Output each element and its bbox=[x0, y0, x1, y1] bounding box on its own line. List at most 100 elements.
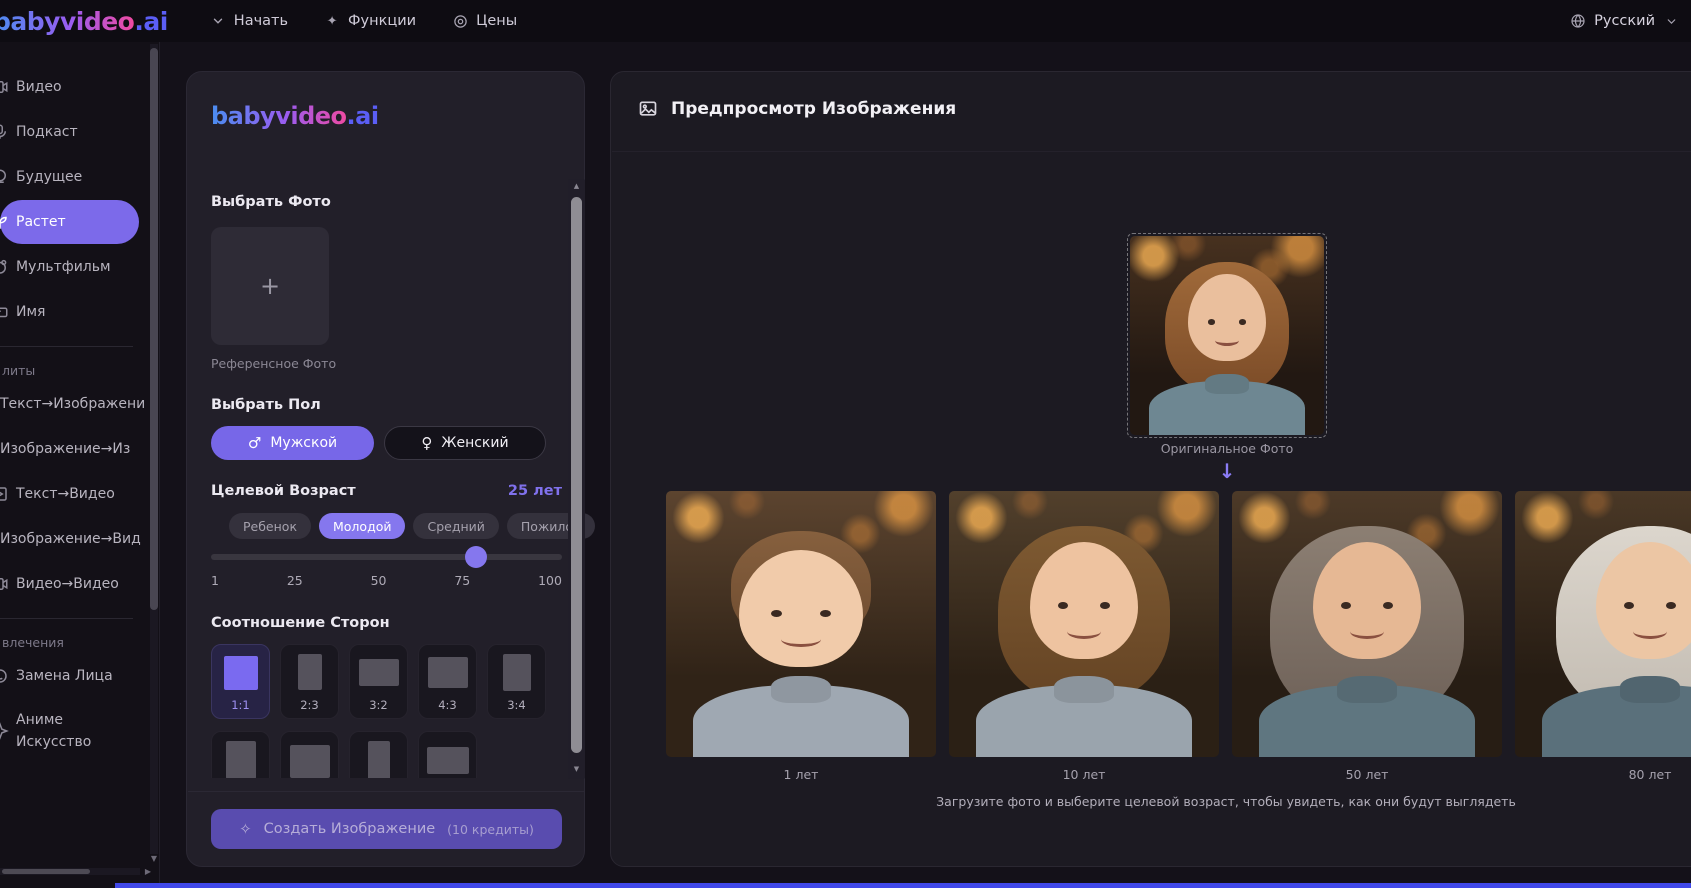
photo-upload-box[interactable]: + bbox=[211, 227, 329, 345]
target-age-label: Целевой Возраст bbox=[211, 483, 356, 499]
aspect-shape bbox=[298, 654, 322, 690]
scroll-down-arrow-icon[interactable]: ▼ bbox=[568, 765, 585, 773]
preview-title: Предпросмотр Изображения bbox=[671, 99, 956, 119]
sidebar-item-podcast[interactable]: Подкаст bbox=[0, 110, 137, 154]
scroll-down-arrow-icon[interactable]: ▼ bbox=[149, 854, 159, 864]
result-age-1: 1 лет bbox=[666, 491, 936, 782]
aspect-option-extra-2[interactable] bbox=[280, 731, 339, 778]
sidebar-item-grow[interactable]: Растет bbox=[0, 200, 139, 244]
sidebar-item-video-to-video[interactable]: Видео→Видео bbox=[0, 562, 137, 606]
sidebar-item-label: Изображение→Вид bbox=[0, 531, 141, 547]
sidebar-vertical-scrollbar-thumb[interactable] bbox=[150, 48, 158, 610]
preview-header-divider bbox=[612, 151, 1691, 152]
language-label: Русский bbox=[1594, 13, 1655, 29]
topbar: babyvideo.ai Начать ✦ Функции Цены bbox=[0, 0, 1691, 42]
aspect-option-3-4[interactable]: 3:4 bbox=[487, 644, 546, 719]
panel-scrollbar-thumb[interactable] bbox=[571, 197, 582, 753]
nav-pricing[interactable]: Цены bbox=[452, 13, 517, 29]
age-chip-child[interactable]: Ребенок bbox=[229, 513, 311, 539]
nav-pricing-label: Цены bbox=[476, 13, 517, 29]
result-image-80 bbox=[1515, 491, 1691, 757]
brand-logo[interactable]: babyvideo.ai bbox=[0, 7, 168, 36]
panel-footer-divider bbox=[188, 791, 584, 792]
age-preset-chips: Ребенок Молодой Средний Пожилой bbox=[229, 513, 595, 539]
age-chip-young[interactable]: Молодой bbox=[319, 513, 405, 539]
panel-logo-ai: .ai bbox=[347, 102, 379, 130]
brand-logo-text: babyvideo bbox=[0, 7, 134, 36]
aspect-option-3-2[interactable]: 3:2 bbox=[349, 644, 408, 719]
sidebar-divider bbox=[0, 346, 133, 347]
gender-male-button[interactable]: ♂ Мужской bbox=[211, 426, 374, 460]
age-chip-middle[interactable]: Средний bbox=[413, 513, 498, 539]
scroll-up-arrow-icon[interactable]: ▲ bbox=[568, 182, 585, 190]
create-image-button[interactable]: ✧ Создать Изображение (10 кредиты) bbox=[211, 809, 562, 849]
aspect-shape bbox=[503, 654, 531, 691]
tick-label: 75 bbox=[454, 573, 470, 588]
age-slider-ticks: 1 25 50 75 100 bbox=[211, 573, 562, 588]
sidebar-item-face-swap[interactable]: Замена Лица bbox=[0, 654, 137, 698]
aspect-ratio-options-extra bbox=[211, 731, 477, 778]
sidebar-item-text-to-video[interactable]: Текст→Видео bbox=[0, 472, 137, 516]
cartoon-icon bbox=[0, 258, 9, 276]
aspect-option-extra-4[interactable] bbox=[418, 731, 477, 778]
sidebar-item-label: Текст→Видео bbox=[0, 486, 115, 502]
aspect-ratio-options: 1:1 2:3 3:2 4:3 3:4 bbox=[211, 644, 546, 719]
nav-features[interactable]: ✦ Функции bbox=[324, 13, 416, 29]
sidebar-item-label: Подкаст bbox=[0, 124, 78, 140]
language-selector[interactable]: Русский bbox=[1570, 13, 1679, 29]
sidebar-item-image-to-video[interactable]: Изображение→Вид bbox=[0, 517, 137, 561]
aspect-option-2-3[interactable]: 2:3 bbox=[280, 644, 339, 719]
aspect-shape bbox=[224, 656, 258, 690]
aspect-shape bbox=[290, 745, 330, 778]
choose-photo-label: Выбрать Фото bbox=[211, 194, 331, 210]
scroll-right-arrow-icon[interactable]: ▶ bbox=[143, 867, 153, 877]
gender-male-label: Мужской bbox=[270, 435, 337, 451]
tick-label: 1 bbox=[211, 573, 219, 588]
aspect-option-1-1[interactable]: 1:1 bbox=[211, 644, 270, 719]
age-results-row: 1 лет 10 лет 50 лет 80 лет bbox=[666, 491, 1691, 782]
age-slider-track[interactable] bbox=[211, 554, 562, 560]
page-horizontal-scrollbar-thumb[interactable] bbox=[115, 883, 1691, 888]
plus-icon: + bbox=[260, 272, 280, 300]
crystal-ball-icon bbox=[0, 168, 9, 186]
aspect-shape bbox=[359, 659, 399, 686]
sidebar-item-label: Видео→Видео bbox=[0, 576, 119, 592]
create-image-credits: (10 кредиты) bbox=[447, 822, 534, 837]
seedling-icon bbox=[0, 213, 9, 231]
target-age-header: Целевой Возраст 25 лет bbox=[211, 483, 562, 499]
sidebar-item-image-to-image[interactable]: Изображение→Из bbox=[0, 427, 137, 471]
sidebar-item-video[interactable]: Видео bbox=[0, 65, 137, 109]
name-tag-icon bbox=[0, 303, 9, 321]
image-icon bbox=[638, 99, 658, 119]
sidebar-item-label: Замена Лица bbox=[0, 668, 113, 684]
result-image-1 bbox=[666, 491, 936, 757]
result-age-label: 50 лет bbox=[1232, 767, 1502, 782]
sidebar-horizontal-scrollbar-thumb[interactable] bbox=[2, 869, 90, 874]
aspect-option-4-3[interactable]: 4:3 bbox=[418, 644, 477, 719]
aspect-option-extra-1[interactable] bbox=[211, 731, 270, 778]
sidebar-item-future[interactable]: Будущее bbox=[0, 155, 137, 199]
result-age-50: 50 лет bbox=[1232, 491, 1502, 782]
nav-features-label: Функции bbox=[348, 13, 416, 29]
sidebar-item-cartoon[interactable]: Мультфильм bbox=[0, 245, 137, 289]
app-root: babyvideo.ai Начать ✦ Функции Цены bbox=[0, 0, 1691, 888]
globe-icon bbox=[1570, 13, 1586, 29]
sidebar: Видео Подкаст Будущее Растет Мультфильм … bbox=[0, 42, 160, 888]
sidebar-item-name[interactable]: Имя bbox=[0, 290, 137, 334]
nav-start[interactable]: Начать bbox=[210, 13, 288, 29]
sidebar-item-text-to-image[interactable]: Текст→Изображени bbox=[0, 382, 137, 426]
aspect-shape bbox=[427, 747, 469, 774]
sidebar-item-anime-art[interactable]: Аниме Искусство bbox=[0, 699, 137, 763]
gender-female-button[interactable]: ♀ Женский bbox=[384, 426, 546, 460]
choose-gender-label: Выбрать Пол bbox=[211, 397, 321, 413]
aspect-option-extra-3[interactable] bbox=[349, 731, 408, 778]
arrow-down-icon: ↓ bbox=[1127, 459, 1327, 483]
tick-label: 25 bbox=[287, 573, 303, 588]
anime-art-icon bbox=[0, 722, 9, 740]
result-age-80: 80 лет bbox=[1515, 491, 1691, 782]
chevron-down-icon bbox=[1663, 13, 1679, 29]
aspect-option-label: 2:3 bbox=[300, 698, 319, 712]
age-slider-thumb[interactable] bbox=[465, 546, 487, 568]
female-icon: ♀ bbox=[421, 434, 432, 452]
reference-photo-label: Референсное Фото bbox=[211, 356, 336, 371]
